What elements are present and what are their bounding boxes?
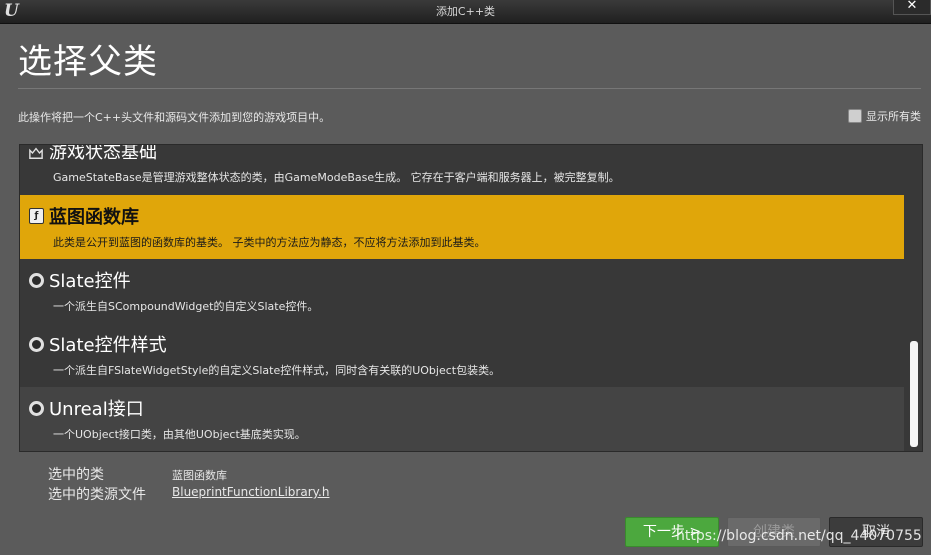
list-item-slate-widget[interactable]: Slate控件 一个派生自SCompoundWidget的自定义Slate控件。 [20,259,904,323]
parent-class-list[interactable]: 游戏状态基础 GameStateBase是管理游戏整体状态的类，由GameMod… [19,144,923,452]
item-description: 一个UObject接口类，由其他UObject基底类实现。 [53,428,306,441]
selected-source-file-link[interactable]: BlueprintFunctionLibrary.h [172,485,329,499]
item-name: 游戏状态基础 [49,144,157,163]
radio-icon [29,273,44,288]
selected-source-label: 选中的类源文件 [48,487,146,503]
item-description: 一个派生自SCompoundWidget的自定义Slate控件。 [53,300,319,313]
list-scrollbar-thumb[interactable] [910,341,918,447]
close-button[interactable]: ✕ [893,0,931,15]
item-name: 蓝图函数库 [49,207,139,228]
watermark: https://blog.csdn.net/qq_44070755 [676,528,922,544]
item-name: Slate控件 [49,271,131,292]
show-all-checkbox[interactable] [848,109,862,123]
list-item-blueprint-function-library[interactable]: ƒ 蓝图函数库 此类是公开到蓝图的函数库的基类。 子类中的方法应为静态，不应将方… [20,195,904,259]
list-item-unreal-interface[interactable]: Unreal接口 一个UObject接口类，由其他UObject基底类实现。 [20,387,904,451]
show-all-label: 显示所有类 [866,110,921,123]
item-description: GameStateBase是管理游戏整体状态的类，由GameModeBase生成… [53,171,620,184]
selected-class-value: 蓝图函数库 [172,469,227,482]
item-description: 一个派生自FSlateWidgetStyle的自定义Slate控件样式，同时含有… [53,364,501,377]
page-title: 选择父类 [18,42,158,82]
item-name: Slate控件样式 [49,335,167,356]
item-name: Unreal接口 [49,399,144,420]
window-title: 添加C++类 [435,5,496,18]
title-bar: U 添加C++类 ✕ [0,0,931,24]
selected-class-label: 选中的类 [48,467,104,483]
list-item-slate-widget-style[interactable]: Slate控件样式 一个派生自FSlateWidgetStyle的自定义Slat… [20,323,904,387]
title-divider [18,88,921,89]
game-state-icon [29,147,43,159]
radio-icon [29,401,44,416]
list-item-game-state-base[interactable]: 游戏状态基础 GameStateBase是管理游戏整体状态的类，由GameMod… [20,144,904,192]
show-all-classes-toggle[interactable]: 显示所有类 [848,108,921,124]
page-description: 此操作将把一个C++头文件和源码文件添加到您的游戏项目中。 [18,111,331,124]
blueprint-library-icon: ƒ [29,208,44,224]
radio-icon [29,337,44,352]
item-description: 此类是公开到蓝图的函数库的基类。 子类中的方法应为静态，不应将方法添加到此基类。 [53,236,486,249]
